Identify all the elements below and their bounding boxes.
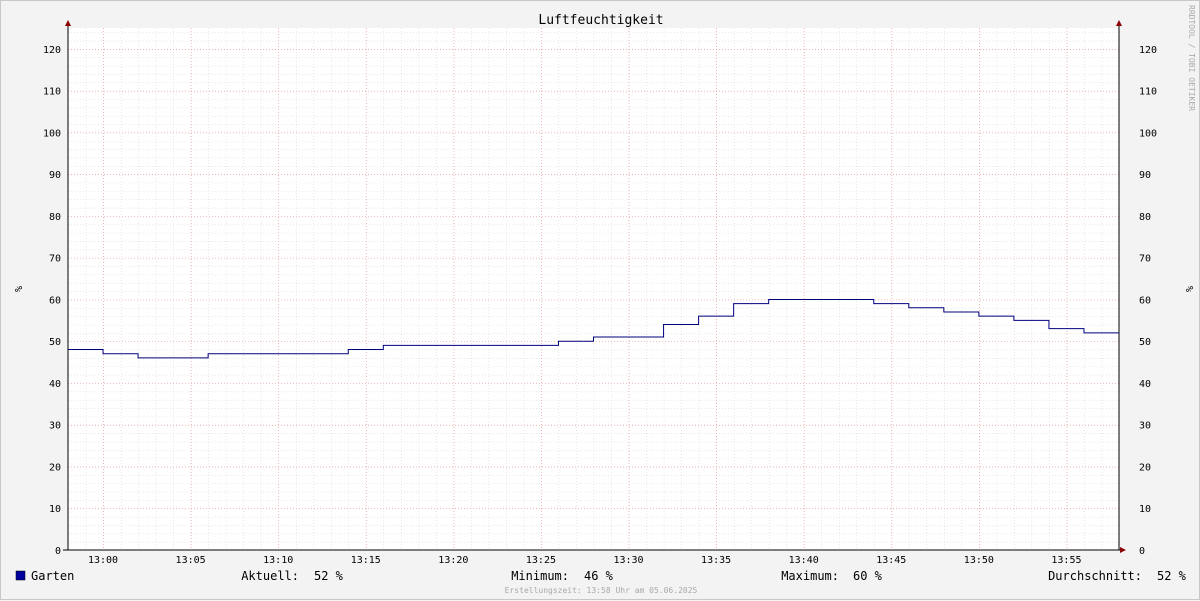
y-tick-label-left: 20 [49,462,61,473]
x-tick-label: 13:25 [526,555,556,566]
x-tick-label: 13:50 [964,555,994,566]
x-tick-label: 13:55 [1051,555,1081,566]
y-axis-left-arrow [65,20,71,26]
y-tick-label-left: 50 [49,337,61,348]
y-axis-label-left: % [12,286,23,292]
chart-title: Luftfeuchtigkeit [538,13,663,28]
y-axis-label-right: % [1183,286,1194,292]
y-tick-label-left: 110 [43,87,61,98]
plot-area [68,28,1119,550]
stat-value-minimum: 46 % [584,569,614,583]
stat-label-maximum: Maximum: [781,569,839,583]
y-tick-label-left: 120 [43,45,61,56]
y-tick-label-right: 80 [1139,212,1151,223]
y-tick-label-left: 70 [49,254,61,265]
y-axis-right-arrow [1116,20,1122,26]
y-tick-label-right: 40 [1139,379,1151,390]
x-tick-label: 13:35 [701,555,731,566]
y-tick-label-left: 0 [55,546,61,557]
legend-swatch [15,570,26,581]
legend: Garten Aktuell: 52 % Minimum: 46 % Maxim… [15,569,1187,583]
legend-series-label: Garten [31,569,74,583]
x-tick-label: 13:05 [176,555,206,566]
y-tick-label-left: 30 [49,421,61,432]
y-tick-label-right: 70 [1139,254,1151,265]
x-tick-label: 13:30 [613,555,643,566]
y-tick-label-right: 20 [1139,462,1151,473]
x-axis-arrow [1120,547,1126,553]
x-tick-label: 13:20 [438,555,468,566]
y-tick-label-left: 90 [49,170,61,181]
y-tick-label-right: 120 [1139,45,1157,56]
stat-label-minimum: Minimum: [511,569,569,583]
y-tick-label-right: 100 [1139,128,1157,139]
y-tick-label-right: 60 [1139,295,1151,306]
y-tick-label-left: 10 [49,504,61,515]
x-tick-label: 13:15 [351,555,381,566]
watermark: RRDTOOL / TOBI OETIKER [1187,5,1196,111]
x-tick-label: 13:45 [876,555,906,566]
chart: 0 0 10 10 20 20 30 30 40 40 50 50 60 60 70 70 80 80 90 90 10… [12,5,1196,595]
x-tick-label: 13:10 [263,555,293,566]
y-tick-label-left: 60 [49,295,61,306]
stat-label-aktuell: Aktuell: [241,569,299,583]
y-tick-label-right: 10 [1139,504,1151,515]
y-tick-label-left: 100 [43,128,61,139]
y-tick-label-right: 50 [1139,337,1151,348]
footer-timestamp: Erstellungszeit: 13:58 Uhr am 05.06.2025 [505,586,698,595]
stat-value-maximum: 60 % [853,569,883,583]
y-tick-label-left: 40 [49,379,61,390]
y-tick-label-right: 90 [1139,170,1151,181]
stat-value-aktuell: 52 % [314,569,344,583]
y-tick-label-right: 110 [1139,87,1157,98]
x-tick-label: 13:40 [789,555,819,566]
y-tick-label-left: 80 [49,212,61,223]
stat-value-durchschnitt: 52 % [1157,569,1187,583]
x-tick-label: 13:00 [88,555,118,566]
chart-frame: 0 0 10 10 20 20 30 30 40 40 50 50 60 60 70 70 80 80 90 90 10… [0,0,1200,600]
y-tick-label-right: 0 [1139,546,1145,557]
stat-label-durchschnitt: Durchschnitt: [1048,569,1142,583]
y-tick-label-right: 30 [1139,421,1151,432]
